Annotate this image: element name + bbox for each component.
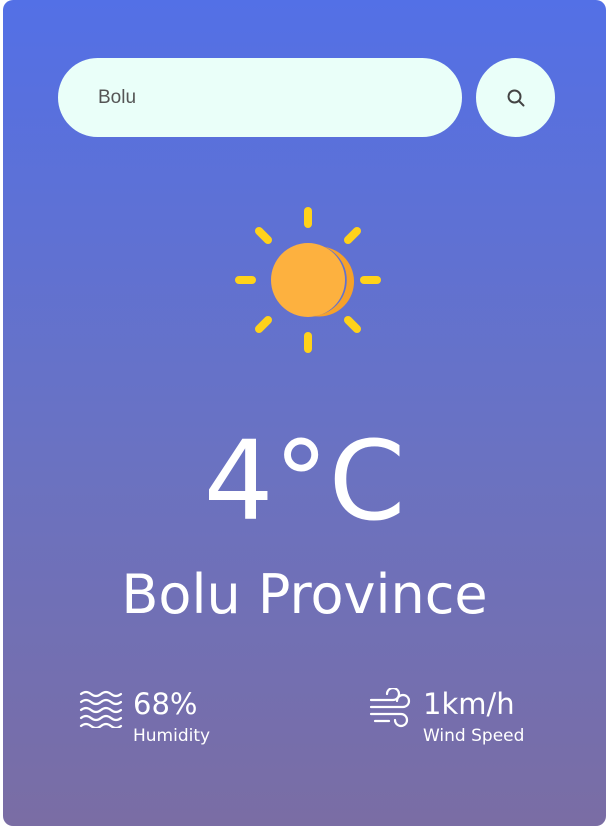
wind-icon (369, 688, 411, 728)
search-bar (58, 57, 555, 137)
sun-icon (235, 207, 381, 353)
weather-card: 4°C Bolu Province 68% Humidity (3, 0, 606, 826)
wind-label: Wind Speed (423, 726, 525, 746)
humidity-icon (79, 690, 123, 728)
humidity-value: 68% (133, 687, 198, 721)
wind-value: 1km/h (423, 687, 515, 721)
temperature: 4°C (203, 417, 406, 545)
wind-detail: 1km/h Wind Speed (369, 684, 524, 748)
humidity-label: Humidity (133, 726, 211, 746)
humidity-text: 68% Humidity (133, 684, 210, 748)
search-icon (507, 89, 524, 106)
wind-text: 1km/h Wind Speed (423, 684, 524, 748)
city-name: Bolu Province (121, 563, 488, 626)
city-search-input[interactable] (58, 58, 462, 137)
search-button[interactable] (476, 58, 555, 137)
humidity-detail: 68% Humidity (79, 684, 210, 748)
